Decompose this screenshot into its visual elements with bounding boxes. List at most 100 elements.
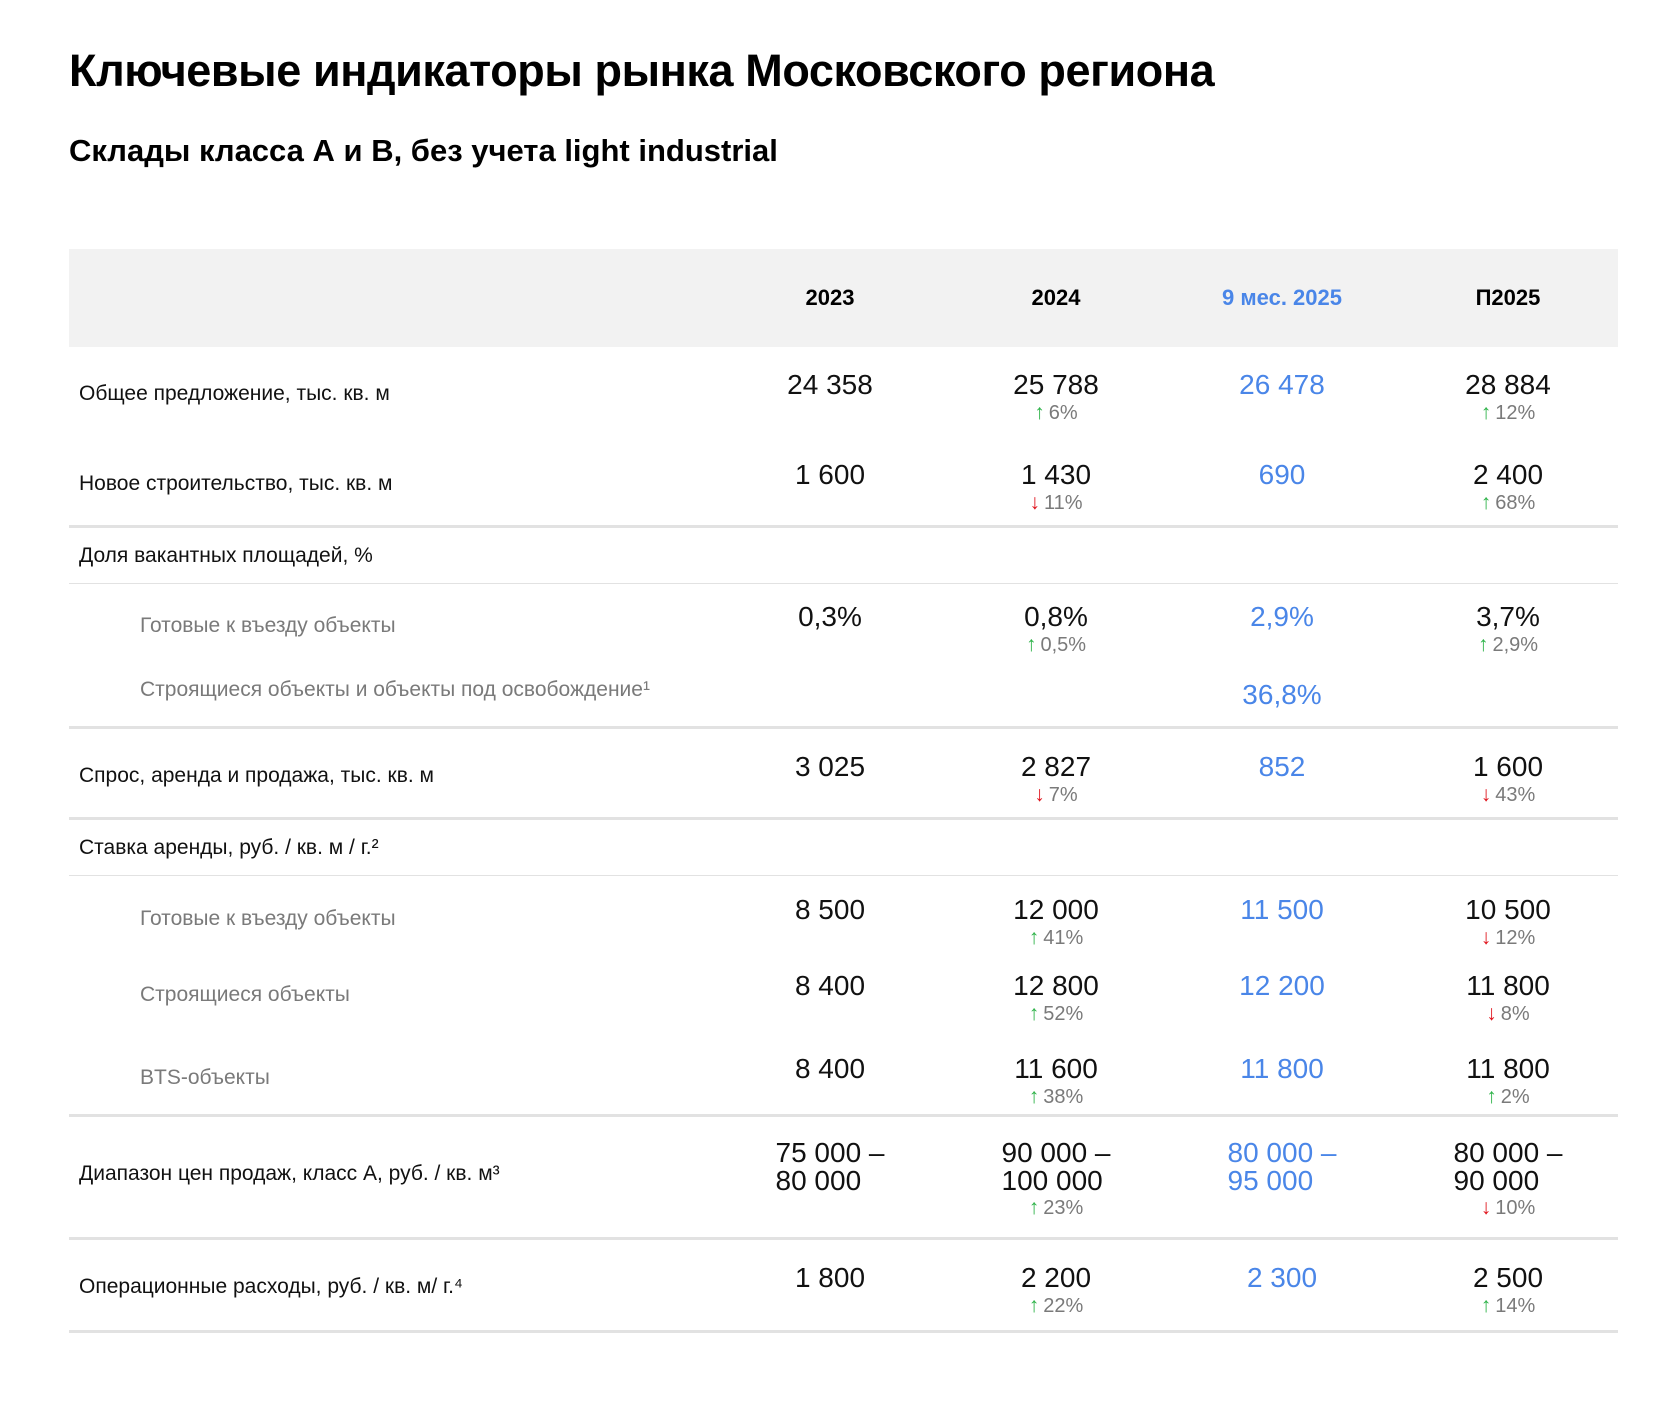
- cell-p2025: 11 800 ↓ 8%: [1388, 971, 1628, 1027]
- change-indicator: ↓ 12%: [1388, 925, 1628, 951]
- col-header-9m-2025: 9 мес. 2025: [1222, 285, 1342, 310]
- cell-2023: 1 600: [710, 460, 950, 490]
- cell-value: 2 827: [1020, 751, 1092, 782]
- change-value: 41%: [1043, 927, 1084, 949]
- cell-2024: 0,8% ↑ 0,5%: [936, 602, 1176, 658]
- col-header-2024: 2024: [1031, 285, 1081, 310]
- arrow-down-icon: ↓: [1034, 783, 1045, 806]
- table-row-prices: Диапазон цен продаж, класс А, руб. / кв.…: [69, 1117, 1618, 1240]
- change-value: 2,9%: [1492, 634, 1539, 656]
- cell-value-range: 80 000 – 90 000: [1454, 1139, 1563, 1195]
- cell-value: 1 600: [1472, 751, 1544, 782]
- change-indicator: ↓ 10%: [1388, 1195, 1628, 1221]
- cell-p2025: 3,7% ↑ 2,9%: [1388, 602, 1628, 658]
- cell-9m-2025: 2,9%: [1162, 602, 1402, 632]
- change-value: 2%: [1500, 1086, 1530, 1108]
- change-indicator: ↑ 23%: [936, 1195, 1176, 1221]
- change-value: 10%: [1495, 1197, 1536, 1219]
- cell-value: 11 800: [1466, 970, 1550, 1001]
- change-value: 8%: [1500, 1003, 1530, 1025]
- change-value: 12%: [1495, 402, 1536, 424]
- change-indicator: ↑ 14%: [1388, 1293, 1628, 1319]
- cell-2023: 0,3%: [710, 602, 950, 632]
- change-indicator: ↓ 7%: [936, 782, 1176, 808]
- cell-value: 12 200: [1239, 970, 1325, 1001]
- cell-value: 36,8%: [1242, 679, 1322, 710]
- cell-9m-2025: 12 200: [1162, 971, 1402, 1001]
- change-value: 23%: [1043, 1197, 1084, 1219]
- table-header: 2023 2024 9 мес. 2025 П2025: [69, 249, 1618, 347]
- cell-9m-2025: 852: [1162, 752, 1402, 782]
- change-value: 6%: [1048, 402, 1078, 424]
- cell-2024: 90 000 – 100 000 ↑ 23%: [936, 1139, 1176, 1221]
- cell-2024: 2 827 ↓ 7%: [936, 752, 1176, 808]
- table-row-vacancy-ready: Готовые к въезду объекты 0,3% 0,8% ↑ 0,5%…: [69, 584, 1618, 658]
- page-title: Ключевые индикаторы рынка Московского ре…: [69, 45, 1215, 96]
- cell-9m-2025: 26 478: [1162, 370, 1402, 400]
- cell-p2025: 2 500 ↑ 14%: [1388, 1263, 1628, 1319]
- change-value: 7%: [1048, 784, 1078, 806]
- change-indicator: ↓ 8%: [1388, 1001, 1628, 1027]
- table-row-opex: Операционные расходы, руб. / кв. м/ г.⁴ …: [69, 1240, 1618, 1333]
- cell-value: 2 400: [1472, 459, 1544, 490]
- cell-value: 11 800: [1466, 1053, 1550, 1084]
- cell-9m-2025: 11 500: [1162, 895, 1402, 925]
- col-header-2023: 2023: [805, 285, 855, 310]
- cell-p2025: 28 884 ↑ 12%: [1388, 370, 1628, 426]
- row-label: Общее предложение, тыс. кв. м: [79, 382, 390, 405]
- change-indicator: ↑ 2,9%: [1388, 632, 1628, 658]
- arrow-down-icon: ↓: [1480, 783, 1492, 806]
- row-sublabel: Строящиеся объекты: [140, 983, 350, 1006]
- change-value: 52%: [1043, 1003, 1084, 1025]
- cell-value: 24 358: [787, 369, 873, 400]
- cell-2024: 2 200 ↑ 22%: [936, 1263, 1176, 1319]
- cell-2024: 12 000 ↑ 41%: [936, 895, 1176, 951]
- row-label: Диапазон цен продаж, класс А, руб. / кв.…: [79, 1162, 500, 1185]
- arrow-down-icon: ↓: [1480, 1196, 1492, 1219]
- table-row-supply: Общее предложение, тыс. кв. м 24 358 25 …: [69, 347, 1618, 437]
- cell-value: 8 500: [794, 894, 866, 925]
- cell-value: 690: [1258, 459, 1306, 490]
- cell-2023: 8 400: [710, 971, 950, 1001]
- cell-p2025: 10 500 ↓ 12%: [1388, 895, 1628, 951]
- arrow-down-icon: ↓: [1480, 926, 1492, 949]
- indicators-table: 2023 2024 9 мес. 2025 П2025 Общее предло…: [69, 249, 1618, 1333]
- table-row-rent-ready: Готовые к въезду объекты 8 500 12 000 ↑ 4…: [69, 876, 1618, 959]
- cell-9m-2025: 80 000 – 95 000: [1162, 1139, 1402, 1195]
- arrow-up-icon: ↑: [1028, 926, 1040, 949]
- cell-value: 25 788: [1013, 369, 1099, 400]
- page-subtitle: Склады класса А и В, без учета light ind…: [69, 133, 778, 168]
- cell-2024: 12 800 ↑ 52%: [936, 971, 1176, 1027]
- arrow-up-icon: ↑: [1486, 1085, 1497, 1108]
- row-label: Новое строительство, тыс. кв. м: [79, 472, 393, 495]
- table-row-rent-header: Ставка аренды, руб. / кв. м / г.²: [69, 820, 1618, 876]
- arrow-down-icon: ↓: [1029, 491, 1040, 514]
- range-from: 90 000 –: [1001, 1137, 1111, 1168]
- table-row-rent-bts: BTS-объекты 8 400 11 600 ↑ 38% 11 800 11 …: [69, 1042, 1618, 1117]
- range-to: 100 000: [1001, 1165, 1103, 1196]
- cell-p2025: 1 600 ↓ 43%: [1388, 752, 1628, 808]
- cell-p2025: 11 800 ↑ 2%: [1388, 1054, 1628, 1110]
- cell-value: 8 400: [794, 1053, 866, 1084]
- table-row-vacancy-header: Доля вакантных площадей, %: [69, 528, 1618, 584]
- cell-2023: 8 500: [710, 895, 950, 925]
- change-indicator: ↑ 22%: [936, 1293, 1176, 1319]
- change-value: 22%: [1043, 1295, 1084, 1317]
- change-value: 14%: [1495, 1295, 1536, 1317]
- change-indicator: ↑ 52%: [936, 1001, 1176, 1027]
- change-indicator: ↑ 2%: [1388, 1084, 1628, 1110]
- cell-value: 26 478: [1239, 369, 1325, 400]
- change-indicator: ↓ 11%: [936, 490, 1176, 516]
- arrow-up-icon: ↑: [1480, 1294, 1492, 1317]
- cell-2024: 1 430 ↓ 11%: [936, 460, 1176, 516]
- cell-2023: 8 400: [710, 1054, 950, 1084]
- col-header-p2025: П2025: [1475, 285, 1541, 310]
- cell-value: 11 600: [1014, 1053, 1098, 1084]
- cell-value: 12 000: [1013, 894, 1099, 925]
- cell-value: 1 800: [794, 1262, 866, 1293]
- cell-2023: 3 025: [710, 752, 950, 782]
- cell-value: 0,3%: [798, 601, 862, 632]
- change-indicator: ↑ 0,5%: [936, 632, 1176, 658]
- cell-2023: 1 800: [710, 1263, 950, 1293]
- cell-p2025: 80 000 – 90 000 ↓ 10%: [1388, 1139, 1628, 1221]
